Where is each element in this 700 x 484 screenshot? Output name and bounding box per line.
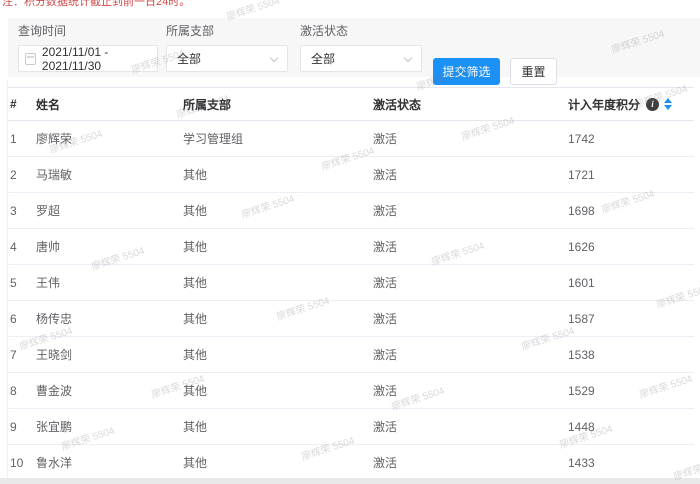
name-cell: 马瑞敏 bbox=[36, 166, 183, 183]
branch-cell: 其他 bbox=[183, 454, 373, 471]
panel-left-edge bbox=[7, 80, 8, 480]
info-icon[interactable]: i bbox=[646, 98, 659, 111]
rank-cell: 1 bbox=[8, 132, 36, 146]
score-cell: 1529 bbox=[568, 384, 694, 398]
status-cell: 激活 bbox=[373, 310, 568, 327]
branch-cell: 学习管理组 bbox=[183, 130, 373, 147]
table-body: 1 廖辉荣 学习管理组 激活 1742 2 马瑞敏 其他 激活 1721 3 罗… bbox=[8, 121, 694, 481]
status-filter-label: 激活状态 bbox=[300, 22, 422, 39]
rank-cell: 5 bbox=[8, 276, 36, 290]
branch-filter-label: 所属支部 bbox=[166, 22, 288, 39]
col-header-branch: 所属支部 bbox=[183, 96, 373, 113]
branch-cell: 其他 bbox=[183, 274, 373, 291]
status-select[interactable]: 全部 bbox=[300, 45, 422, 72]
table-row[interactable]: 6 杨传忠 其他 激活 1587 bbox=[8, 301, 694, 337]
score-cell: 1538 bbox=[568, 348, 694, 362]
clipped-red-note: 注：积分数据统计截止到前一日24时。 bbox=[2, 0, 190, 9]
chevron-down-icon bbox=[404, 54, 412, 62]
sort-desc-icon bbox=[664, 105, 672, 110]
submit-filter-button[interactable]: 提交筛选 bbox=[433, 58, 500, 85]
rank-cell: 10 bbox=[8, 456, 36, 470]
rank-cell: 8 bbox=[8, 384, 36, 398]
score-cell: 1433 bbox=[568, 456, 694, 470]
bottom-scroll-strip bbox=[0, 478, 700, 484]
calendar-icon bbox=[25, 53, 36, 65]
rank-cell: 4 bbox=[8, 240, 36, 254]
status-cell: 激活 bbox=[373, 238, 568, 255]
col-header-status: 激活状态 bbox=[373, 96, 568, 113]
rank-cell: 9 bbox=[8, 420, 36, 434]
status-select-value: 全部 bbox=[311, 50, 335, 67]
sort-asc-icon bbox=[664, 98, 672, 103]
status-cell: 激活 bbox=[373, 202, 568, 219]
score-header-label: 计入年度积分 bbox=[568, 96, 640, 113]
table-row[interactable]: 7 王晓剑 其他 激活 1538 bbox=[8, 337, 694, 373]
col-header-rank: # bbox=[8, 97, 36, 111]
score-cell: 1721 bbox=[568, 168, 694, 182]
table-row[interactable]: 10 鲁水洋 其他 激活 1433 bbox=[8, 445, 694, 481]
points-ranking-page: 注：积分数据统计截止到前一日24时。 查询时间 2021/11/01 - 202… bbox=[0, 0, 700, 484]
status-filter-group: 激活状态 全部 bbox=[300, 22, 422, 72]
name-cell: 唐帅 bbox=[36, 238, 183, 255]
status-cell: 激活 bbox=[373, 130, 568, 147]
status-cell: 激活 bbox=[373, 454, 568, 471]
name-cell: 廖辉荣 bbox=[36, 130, 183, 147]
rank-cell: 7 bbox=[8, 348, 36, 362]
filter-panel: 查询时间 2021/11/01 - 2021/11/30 所属支部 全部 激活状… bbox=[8, 18, 700, 77]
date-filter-group: 查询时间 2021/11/01 - 2021/11/30 bbox=[18, 22, 158, 72]
table-row[interactable]: 8 曹金波 其他 激活 1529 bbox=[8, 373, 694, 409]
name-cell: 王晓剑 bbox=[36, 346, 183, 363]
reset-button[interactable]: 重置 bbox=[510, 58, 557, 85]
branch-cell: 其他 bbox=[183, 382, 373, 399]
ranking-table: # 姓名 所属支部 激活状态 计入年度积分 i 1 廖辉荣 学习管理组 激活 1… bbox=[8, 87, 694, 481]
table-row[interactable]: 9 张宜鹏 其他 激活 1448 bbox=[8, 409, 694, 445]
table-row[interactable]: 4 唐帅 其他 激活 1626 bbox=[8, 229, 694, 265]
status-cell: 激活 bbox=[373, 346, 568, 363]
name-cell: 王伟 bbox=[36, 274, 183, 291]
branch-select[interactable]: 全部 bbox=[166, 45, 288, 72]
name-cell: 张宜鹏 bbox=[36, 418, 183, 435]
score-cell: 1698 bbox=[568, 204, 694, 218]
rank-cell: 2 bbox=[8, 168, 36, 182]
score-cell: 1448 bbox=[568, 420, 694, 434]
col-header-score: 计入年度积分 i bbox=[568, 96, 694, 113]
score-cell: 1601 bbox=[568, 276, 694, 290]
branch-cell: 其他 bbox=[183, 202, 373, 219]
status-cell: 激活 bbox=[373, 418, 568, 435]
date-filter-label: 查询时间 bbox=[18, 22, 158, 39]
status-cell: 激活 bbox=[373, 166, 568, 183]
branch-cell: 其他 bbox=[183, 418, 373, 435]
chevron-down-icon bbox=[270, 54, 278, 62]
branch-filter-group: 所属支部 全部 bbox=[166, 22, 288, 72]
name-cell: 鲁水洋 bbox=[36, 454, 183, 471]
status-cell: 激活 bbox=[373, 382, 568, 399]
table-row[interactable]: 5 王伟 其他 激活 1601 bbox=[8, 265, 694, 301]
col-header-name: 姓名 bbox=[36, 96, 183, 113]
table-row[interactable]: 1 廖辉荣 学习管理组 激活 1742 bbox=[8, 121, 694, 157]
date-range-value: 2021/11/01 - 2021/11/30 bbox=[42, 45, 157, 73]
rank-cell: 6 bbox=[8, 312, 36, 326]
branch-cell: 其他 bbox=[183, 238, 373, 255]
branch-cell: 其他 bbox=[183, 310, 373, 327]
score-cell: 1626 bbox=[568, 240, 694, 254]
score-cell: 1587 bbox=[568, 312, 694, 326]
rank-cell: 3 bbox=[8, 204, 36, 218]
sort-toggle[interactable] bbox=[664, 98, 672, 110]
table-row[interactable]: 2 马瑞敏 其他 激活 1721 bbox=[8, 157, 694, 193]
table-header-row: # 姓名 所属支部 激活状态 计入年度积分 i bbox=[8, 87, 694, 121]
name-cell: 罗超 bbox=[36, 202, 183, 219]
branch-cell: 其他 bbox=[183, 166, 373, 183]
score-cell: 1742 bbox=[568, 132, 694, 146]
table-row[interactable]: 3 罗超 其他 激活 1698 bbox=[8, 193, 694, 229]
branch-select-value: 全部 bbox=[177, 50, 201, 67]
branch-cell: 其他 bbox=[183, 346, 373, 363]
status-cell: 激活 bbox=[373, 274, 568, 291]
name-cell: 杨传忠 bbox=[36, 310, 183, 327]
date-range-input[interactable]: 2021/11/01 - 2021/11/30 bbox=[18, 45, 158, 72]
name-cell: 曹金波 bbox=[36, 382, 183, 399]
